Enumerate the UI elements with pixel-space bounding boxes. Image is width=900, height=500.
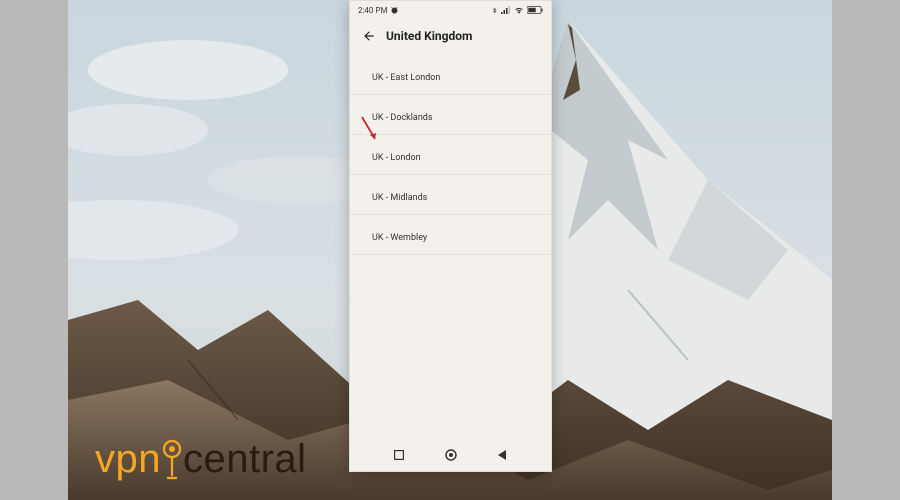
status-time: 2:40 PM [358, 6, 387, 15]
alarm-icon [390, 6, 399, 15]
server-label: UK - Wembley [372, 233, 427, 243]
letterbox-left [0, 0, 68, 500]
watermark-central-text: central [183, 437, 307, 482]
status-bar: 2:40 PM [350, 1, 551, 19]
back-icon[interactable] [495, 447, 511, 463]
wifi-icon [514, 6, 524, 14]
server-row[interactable]: UK - Wembley [350, 215, 551, 255]
recents-icon[interactable] [391, 447, 407, 463]
phone-frame: 2:40 PM [349, 0, 552, 472]
back-arrow-icon[interactable] [362, 29, 376, 43]
vpncentral-watermark: vpn central [95, 437, 307, 482]
server-list: UK - East London UK - Docklands UK - Lon… [350, 55, 551, 439]
server-label: UK - Midlands [372, 193, 427, 203]
app-bar: United Kingdom [350, 19, 551, 55]
server-row[interactable]: UK - East London [350, 55, 551, 95]
home-icon[interactable] [443, 447, 459, 463]
watermark-vpn-text: vpn [95, 437, 161, 482]
map-pin-icon [160, 439, 184, 481]
server-label: UK - London [372, 153, 421, 163]
android-nav-bar [350, 439, 551, 471]
server-row[interactable]: UK - Docklands [350, 95, 551, 135]
battery-icon [527, 6, 543, 14]
server-label: UK - East London [372, 73, 440, 83]
letterbox-right [832, 0, 900, 500]
stage: vpn central 2:40 PM [0, 0, 900, 500]
server-row[interactable]: UK - Midlands [350, 175, 551, 215]
server-row[interactable]: UK - London [350, 135, 551, 175]
page-title: United Kingdom [386, 29, 472, 43]
bluetooth-icon [491, 6, 498, 15]
server-label: UK - Docklands [372, 113, 433, 123]
signal-icon [501, 6, 511, 14]
